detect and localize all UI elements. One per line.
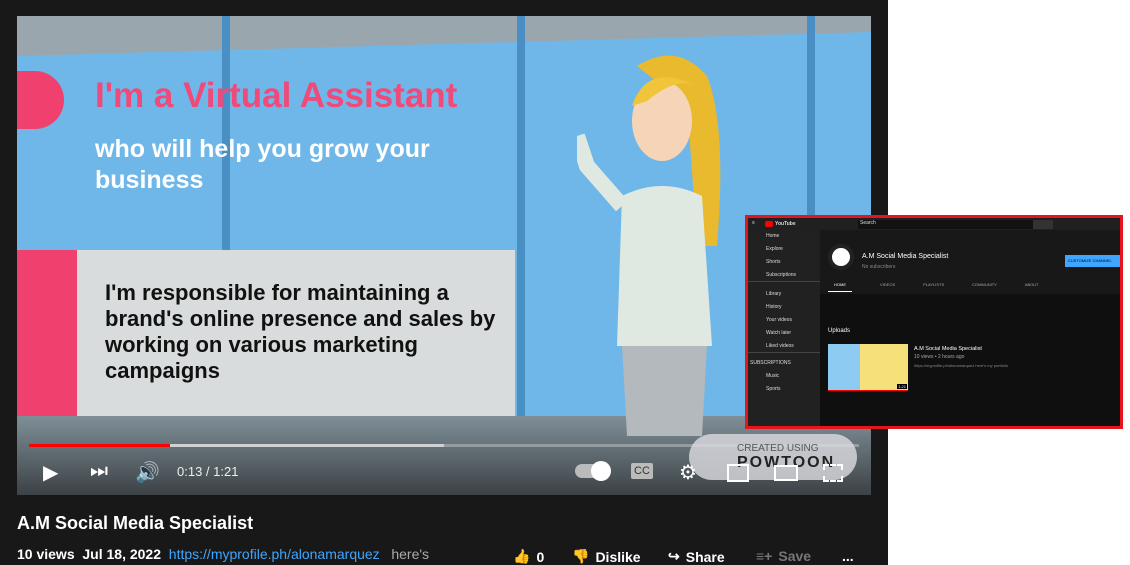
inset-upload-title: A.M Social Media Specialist — [914, 346, 982, 352]
cc-icon[interactable]: CC — [631, 463, 653, 479]
share-button[interactable]: ↪ Share — [668, 548, 725, 565]
cartoon-woman — [577, 55, 721, 436]
inset-duration: 1:21 — [897, 384, 907, 389]
next-icon[interactable]: ⏭ — [90, 460, 108, 483]
playlist-add-icon: ≡+ — [756, 548, 773, 564]
inset-channel-name: A.M Social Media Specialist — [862, 253, 949, 260]
menu-icon: ≡ — [752, 220, 755, 226]
inset-nav-item: Library — [766, 291, 782, 297]
accent-bar — [17, 250, 77, 416]
inset-nav-item: Explore — [766, 246, 783, 252]
inset-nav-item: History — [766, 304, 782, 310]
inset-search: Search — [858, 220, 1033, 229]
share-icon: ↪ — [668, 548, 680, 564]
window-frame — [517, 16, 525, 436]
upload-date: Jul 18, 2022 — [82, 546, 162, 562]
inset-tab: VIDEOS — [880, 282, 896, 287]
inset-upload-desc: https://myprofile.ph/alonamarquez here's… — [914, 363, 1008, 368]
save-button[interactable]: ≡+ Save — [756, 548, 811, 564]
inset-nav-item: Subscriptions — [748, 269, 820, 282]
like-button[interactable]: 👍 0 — [513, 548, 544, 565]
inset-tab: HOME — [828, 282, 852, 292]
inset-tabs: HOME VIDEOS PLAYLISTS COMMUNITY ABOUT — [828, 282, 1039, 292]
inset-sub-item: Sports — [766, 386, 781, 392]
theater-mode-icon[interactable] — [774, 465, 798, 481]
accent-shape — [17, 71, 64, 129]
inset-tab: ABOUT — [1024, 282, 1039, 287]
inset-nav-item: Your videos — [766, 317, 792, 323]
inset-nav-item: Watch later — [766, 330, 792, 336]
inset-channel-avatar — [828, 244, 854, 270]
inset-upload-meta: 10 views • 2 hours ago — [914, 354, 965, 360]
inset-topbar: ≡ YouTube Search — [748, 218, 1120, 230]
video-player[interactable]: I'm a Virtual Assistant who will help yo… — [17, 16, 871, 495]
channel-screenshot-inset: ≡ YouTube Search Home Explore Shorts Sub… — [745, 215, 1123, 429]
youtube-logo-icon — [765, 221, 773, 227]
thumbs-down-icon: 👎 — [572, 548, 590, 564]
more-button[interactable]: ... — [842, 548, 854, 564]
inset-nav-item: Liked videos — [748, 340, 820, 353]
thumbs-up-icon: 👍 — [513, 548, 531, 564]
dislike-button[interactable]: 👎 Dislike — [572, 548, 641, 565]
inset-sidebar: Home Explore Shorts Subscriptions Librar… — [748, 230, 820, 426]
inset-tab: COMMUNITY — [972, 282, 997, 287]
inset-uploads-heading: Uploads — [828, 328, 851, 334]
inset-channel-subs: No subscribers — [862, 264, 896, 270]
inset-tab: PLAYLISTS — [923, 282, 945, 287]
inset-nav-item: Shorts — [766, 259, 781, 265]
autoplay-toggle[interactable] — [575, 461, 611, 481]
inset-logo: YouTube — [775, 221, 796, 227]
description-text: here's — [391, 546, 430, 562]
inset-nav-item: Home — [766, 233, 780, 239]
video-headline: I'm a Virtual Assistant — [95, 76, 458, 115]
text-card: I'm responsible for maintaining a brand'… — [77, 250, 515, 416]
view-count: 10 views — [17, 546, 75, 562]
inset-search-icon — [1033, 220, 1053, 229]
video-meta: 10 views Jul 18, 2022 https://myprofile.… — [17, 546, 429, 562]
fullscreen-icon[interactable] — [823, 464, 843, 482]
inset-video-thumbnail: 1:21 — [828, 344, 908, 391]
video-title: A.M Social Media Specialist — [17, 513, 254, 533]
settings-gear-icon[interactable]: ⚙ — [679, 460, 697, 485]
time-display: 0:13 / 1:21 — [177, 464, 239, 479]
play-icon[interactable]: ▶ — [43, 460, 58, 485]
inset-sub-item: Music — [766, 373, 780, 379]
video-subline: who will help you grow your business — [95, 135, 430, 194]
inset-channel-header: A.M Social Media Specialist No subscribe… — [820, 230, 1120, 294]
volume-icon[interactable]: 🔊 — [135, 460, 160, 485]
miniplayer-icon[interactable] — [727, 464, 749, 482]
description-link[interactable]: https://myprofile.ph/alonamarquez — [169, 546, 380, 562]
played-bar — [29, 444, 171, 447]
card-text: I'm responsible for maintaining a brand'… — [105, 280, 496, 383]
inset-customize-button: CUSTOMIZE CHANNEL — [1065, 255, 1120, 267]
inset-subs-heading: SUBSCRIPTIONS — [750, 360, 791, 366]
